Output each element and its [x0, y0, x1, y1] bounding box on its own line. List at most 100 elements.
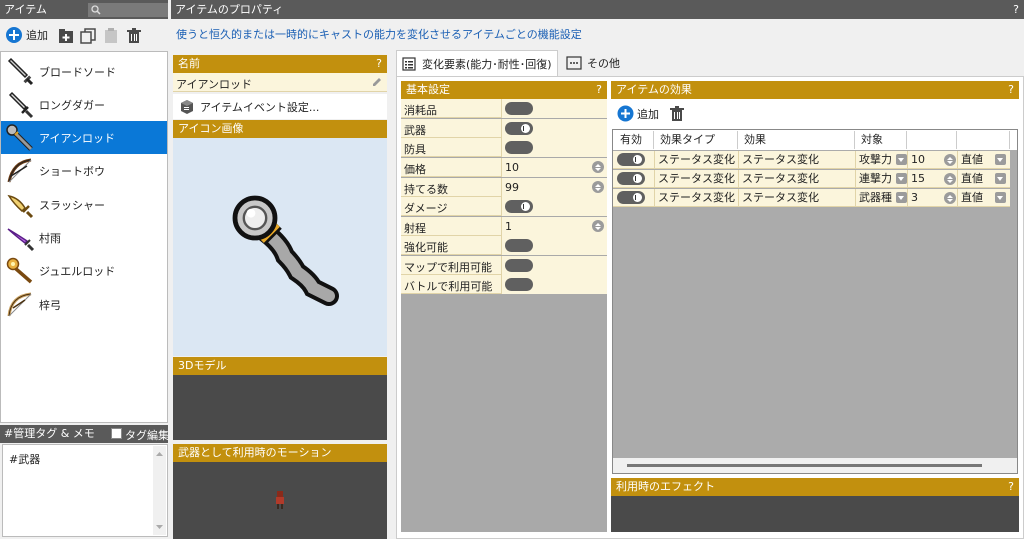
effect-row[interactable]: ステータス変化 ステータス変化 武器種 3 直値	[613, 189, 1010, 207]
iron-rod-icon	[6, 123, 33, 151]
item-label: ロングダガー	[39, 98, 105, 112]
usable-in-battle-toggle[interactable]	[505, 278, 533, 291]
add-effect-button[interactable]: 追加	[617, 105, 659, 122]
item-effects-header: アイテムの効果 ?	[611, 81, 1019, 99]
delete-effect-button[interactable]	[667, 104, 687, 124]
list-item-broadsword[interactable]: ブロードソード	[1, 55, 167, 88]
col-effect[interactable]: 効果	[738, 131, 855, 149]
paste-button[interactable]	[101, 26, 121, 46]
tag-edit-checkbox[interactable]	[111, 428, 122, 439]
help-icon[interactable]: ?	[1008, 81, 1014, 99]
item-event-settings-button[interactable]: アイテムイベント設定...	[173, 94, 387, 119]
scrollbar-thumb[interactable]	[627, 464, 982, 467]
slasher-icon	[7, 194, 34, 218]
duplicate-button[interactable]	[78, 26, 98, 46]
mode-dropdown-icon[interactable]	[995, 154, 1006, 165]
use-effect-header: 利用時のエフェクト ?	[611, 478, 1019, 496]
value-stepper[interactable]	[944, 192, 956, 204]
col-target[interactable]: 対象	[855, 131, 907, 149]
price-input[interactable]: 10	[505, 161, 519, 174]
mode-dropdown-icon[interactable]	[995, 192, 1006, 203]
effect-row[interactable]: ステータス変化 ステータス変化 連撃力 15 直値	[613, 170, 1010, 188]
item-label: ショートボウ	[39, 164, 105, 178]
list-item-azusa-bow[interactable]: 梓弓	[1, 288, 167, 321]
list-item-murasame[interactable]: 村雨	[1, 221, 167, 254]
effect-row[interactable]: ステータス変化 ステータス変化 攻撃力 10 直値	[613, 151, 1010, 169]
jewel-rod-icon	[6, 257, 33, 283]
target-dropdown-icon[interactable]	[896, 192, 907, 203]
motion-preview[interactable]	[173, 462, 387, 539]
add-item-label: 追加	[26, 29, 48, 42]
range-input[interactable]: 1	[505, 220, 512, 233]
pencil-icon[interactable]	[371, 76, 383, 88]
prop-usable-in-battle: バトルで利用可能	[401, 275, 607, 294]
prop-label: 強化可能	[404, 241, 448, 254]
effects-h-scrollbar[interactable]	[613, 458, 1017, 473]
prop-label: バトルで利用可能	[404, 280, 493, 293]
effect-enabled-toggle[interactable]	[617, 153, 645, 166]
name-field[interactable]: アイアンロッド	[173, 73, 387, 92]
effect-enabled-toggle[interactable]	[617, 191, 645, 204]
use-effect-preview[interactable]	[611, 496, 1019, 532]
effect-cell[interactable]: ステータス変化	[738, 170, 855, 188]
item-search-input[interactable]	[88, 3, 168, 17]
help-icon[interactable]: ?	[1013, 0, 1019, 19]
col-enabled[interactable]: 有効	[614, 131, 654, 149]
name-header: 名前 ?	[173, 55, 387, 73]
delete-item-button[interactable]	[124, 26, 144, 46]
item-event-settings-label: アイテムイベント設定...	[200, 100, 320, 114]
icon-image-preview[interactable]	[173, 138, 387, 356]
usable-on-map-toggle[interactable]	[505, 259, 533, 272]
effect-type-cell[interactable]: ステータス変化	[654, 189, 738, 207]
prop-enhanceable: 強化可能	[401, 236, 607, 255]
list-item-short-bow[interactable]: ショートボウ	[1, 154, 167, 187]
tab-change-elements[interactable]: 変化要素(能力･耐性･回復)	[396, 50, 558, 76]
value-stepper[interactable]	[944, 154, 956, 166]
damage-toggle[interactable]	[505, 200, 533, 213]
weapon-toggle[interactable]	[505, 122, 533, 135]
3d-model-preview[interactable]	[173, 375, 387, 440]
col-effect-type[interactable]: 効果タイプ	[654, 131, 738, 149]
value-stepper[interactable]	[944, 173, 956, 185]
add-folder-button[interactable]	[56, 26, 76, 46]
price-stepper[interactable]	[592, 161, 604, 173]
trash-icon	[127, 28, 141, 43]
list-item-jewel-rod[interactable]: ジュエルロッド	[1, 254, 167, 287]
prop-label: ダメージ	[404, 202, 448, 215]
add-item-button[interactable]: 追加	[5, 26, 48, 44]
target-dropdown-icon[interactable]	[896, 173, 907, 184]
copy-icon	[80, 28, 96, 44]
use-effect-title: 利用時のエフェクト	[616, 480, 715, 493]
help-icon[interactable]: ?	[1008, 478, 1014, 496]
max-count-stepper[interactable]	[592, 181, 604, 193]
max-count-input[interactable]: 99	[505, 181, 519, 194]
tab-other[interactable]: その他	[562, 52, 622, 74]
consumable-toggle[interactable]	[505, 102, 533, 115]
armor-toggle[interactable]	[505, 141, 533, 154]
prop-label: 消耗品	[404, 104, 437, 117]
prop-consumable: 消耗品	[401, 99, 607, 118]
effect-cell[interactable]: ステータス変化	[738, 189, 855, 207]
effect-cell[interactable]: ステータス変化	[738, 151, 855, 169]
list-item-long-dagger[interactable]: ロングダガー	[1, 88, 167, 121]
effect-enabled-toggle[interactable]	[617, 172, 645, 185]
help-icon[interactable]: ?	[596, 81, 602, 99]
help-icon[interactable]: ?	[376, 55, 382, 73]
trash-icon	[670, 106, 684, 121]
effect-type-cell[interactable]: ステータス変化	[654, 151, 738, 169]
prop-label: 射程	[404, 222, 426, 235]
range-stepper[interactable]	[592, 220, 604, 232]
enhanceable-toggle[interactable]	[505, 239, 533, 252]
effect-type-cell[interactable]: ステータス変化	[654, 170, 738, 188]
item-label: ブロードソード	[39, 65, 116, 79]
tag-memo-textarea[interactable]: #武器	[2, 444, 168, 537]
list-item-iron-rod[interactable]: アイアンロッド	[1, 121, 167, 154]
long-dagger-icon	[8, 91, 34, 118]
iron-rod-large-icon	[232, 195, 339, 306]
properties-header: アイテムのプロパティ ?	[171, 0, 1024, 19]
target-dropdown-icon[interactable]	[896, 154, 907, 165]
mode-dropdown-icon[interactable]	[995, 173, 1006, 184]
prop-label: マップで利用可能	[404, 261, 492, 274]
list-item-slasher[interactable]: スラッシャー	[1, 188, 167, 221]
tag-memo-scrollbar[interactable]	[153, 446, 166, 535]
